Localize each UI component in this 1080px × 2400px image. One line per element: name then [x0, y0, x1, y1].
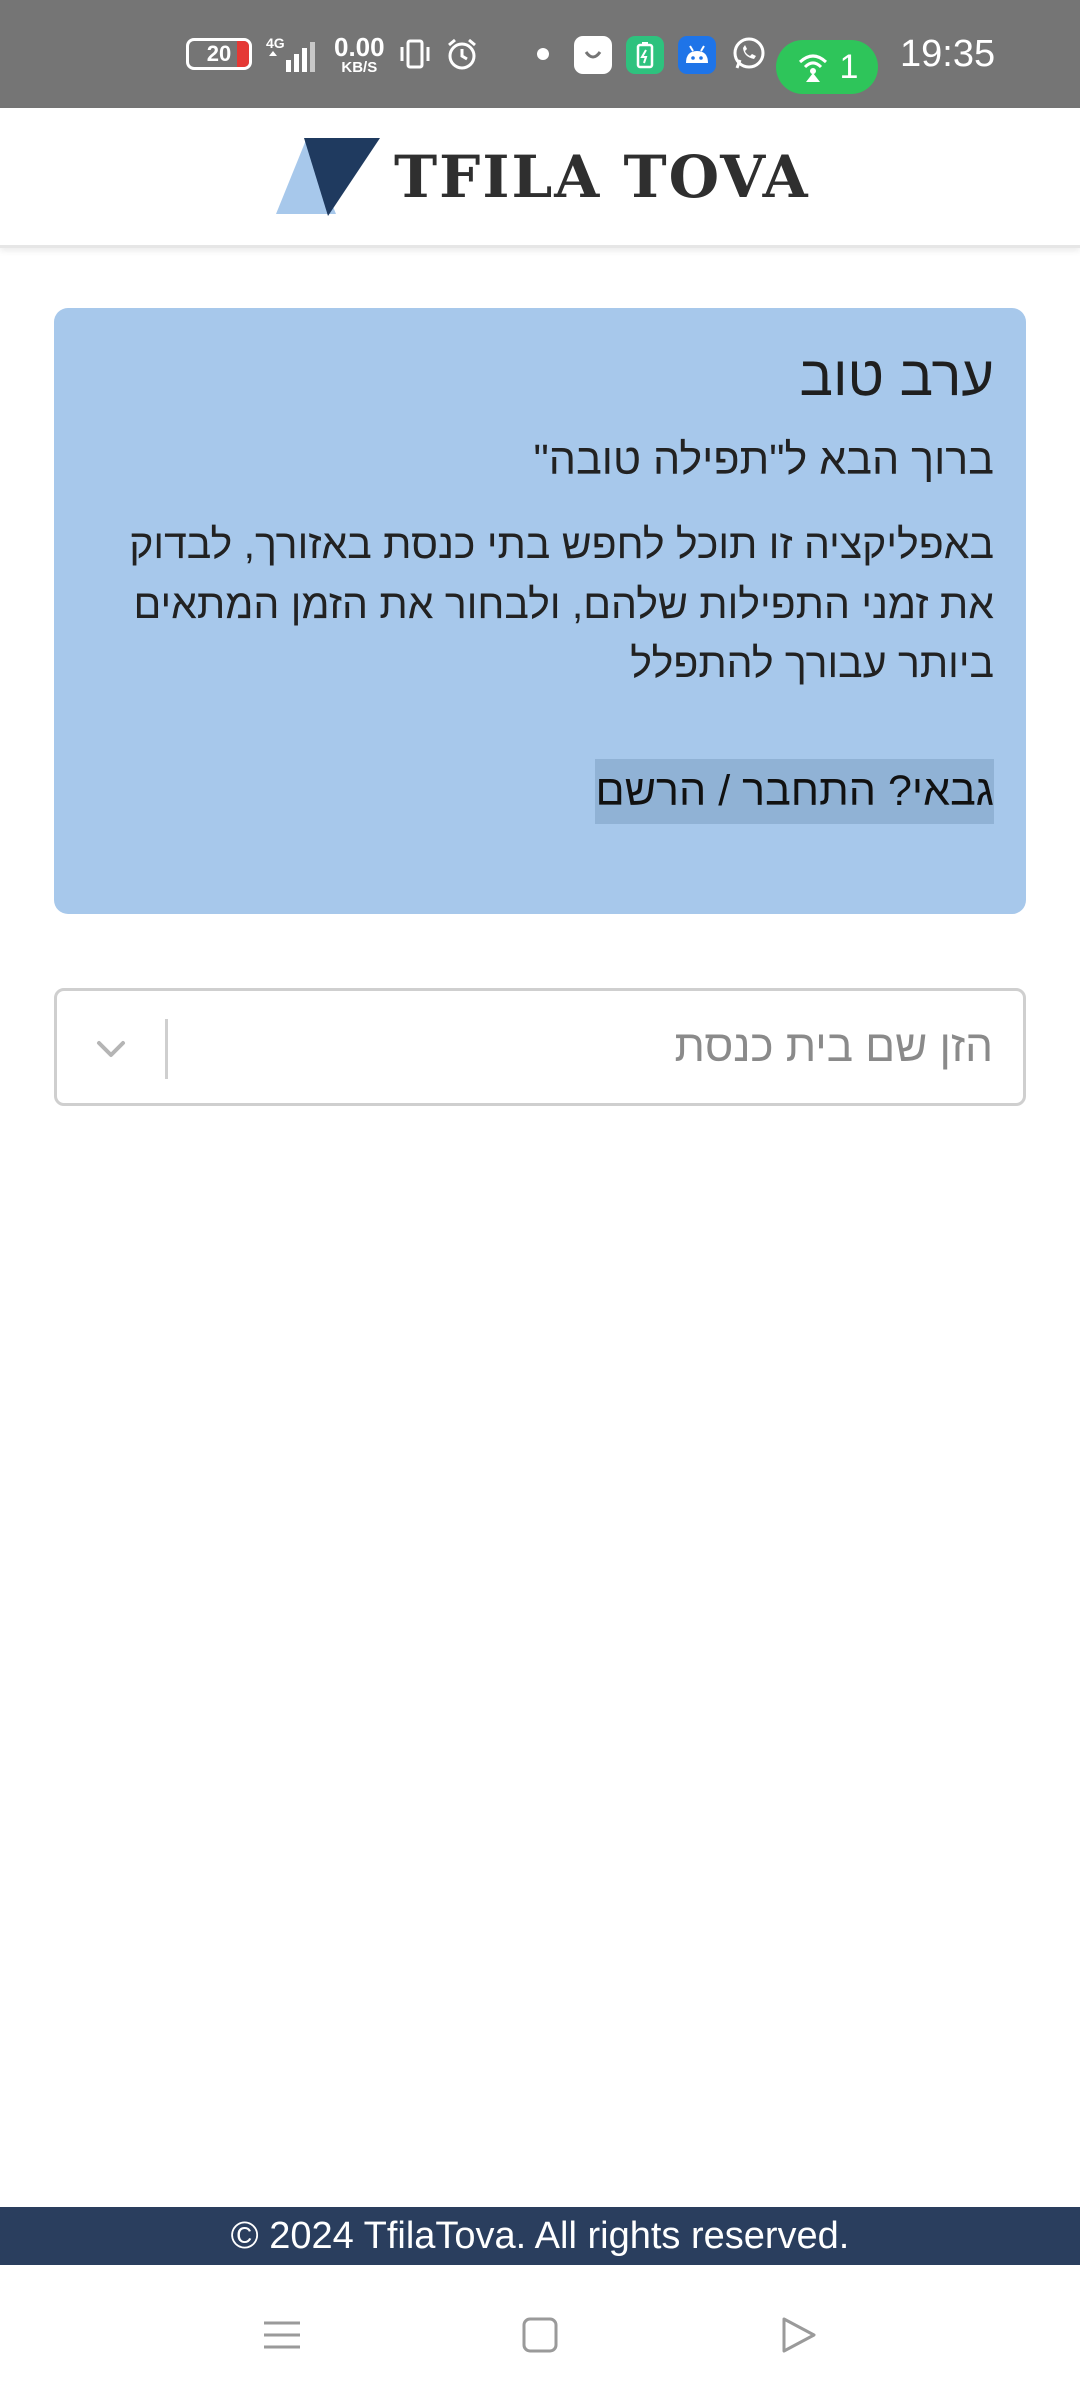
hotspot-count: 1 — [839, 47, 859, 86]
logo[interactable]: TFILA TOVA — [276, 138, 810, 216]
welcome-description: באפליקציה זו תוכל לחפש בתי כנסת באזורך, … — [129, 521, 994, 686]
notification-dot-icon — [536, 0, 550, 108]
app-header: TFILA TOVA — [0, 108, 1080, 248]
home-icon[interactable] — [510, 2305, 570, 2365]
hotspot-indicator: 1 — [776, 40, 878, 94]
synagogue-search-placeholder: הזן שם בית כנסת — [674, 1022, 993, 1071]
synagogue-search-select[interactable]: הזן שם בית כנסת — [54, 988, 1026, 1106]
vibrate-icon — [398, 0, 432, 108]
whatsapp-icon — [730, 0, 768, 108]
welcome-subtitle: ברוך הבא ל"תפילה טובה" — [533, 436, 994, 485]
alarm-icon — [444, 0, 480, 108]
footer: © 2024 TfilaTova. All rights reserved. — [0, 2207, 1080, 2265]
menu-icon[interactable] — [252, 2305, 312, 2365]
system-nav-bar — [0, 2265, 1080, 2400]
network-speed: 0.00 KB/S — [334, 0, 385, 108]
battery-app-icon — [626, 36, 664, 74]
logo-text: TFILA TOVA — [394, 143, 810, 211]
chevron-down-icon[interactable] — [91, 1029, 131, 1069]
android-icon — [678, 36, 716, 74]
screen: 20 4G 0.00 KB/S 1 19:35 TFILA TOVA ערב ט… — [0, 0, 1080, 2400]
app-icon — [574, 36, 612, 74]
logo-triangles-icon — [276, 138, 380, 216]
svg-text:4G: 4G — [266, 35, 285, 51]
clock: 19:35 — [900, 32, 996, 75]
gabai-login-link[interactable]: גבאי? התחבר / הרשם — [595, 759, 994, 825]
battery-low-indicator — [237, 41, 249, 67]
hotspot-icon — [798, 54, 827, 82]
speed-unit: KB/S — [341, 58, 378, 76]
battery-level: 20 — [206, 41, 232, 66]
status-bar: 20 4G 0.00 KB/S 1 19:35 — [0, 0, 1080, 108]
footer-copyright: © 2024 TfilaTova. All rights reserved. — [230, 2214, 850, 2257]
back-icon[interactable] — [768, 2305, 828, 2365]
signal-4g-icon: 4G — [266, 0, 318, 108]
welcome-card: ערב טוב ברוך הבא ל"תפילה טובה" באפליקציה… — [54, 308, 1026, 914]
greeting-heading: ערב טוב — [799, 344, 995, 407]
battery-icon: 20 — [186, 38, 252, 70]
select-separator — [165, 1019, 168, 1079]
speed-value: 0.00 — [334, 31, 385, 62]
